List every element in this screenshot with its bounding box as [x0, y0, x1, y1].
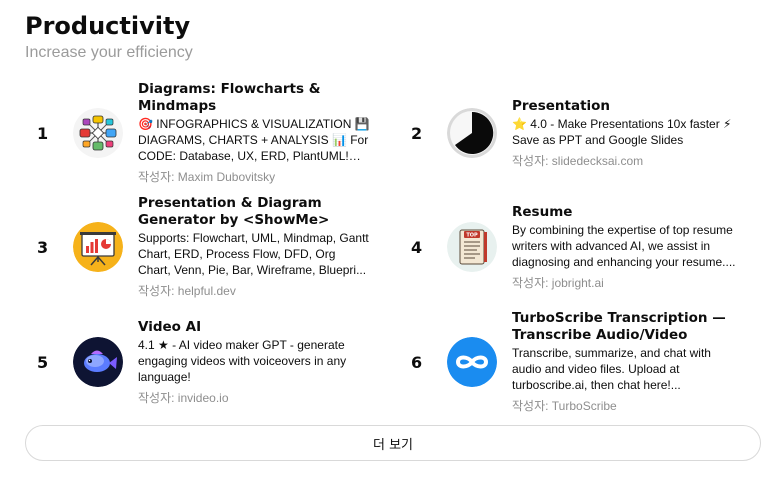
presentation-board-icon — [73, 222, 123, 272]
gpt-name: Presentation — [512, 97, 611, 114]
gpt-description: Transcribe, summarize, and chat with aud… — [512, 346, 711, 392]
gpt-description: ⭐ 4.0 - Make Presentations 10x faster ⚡ … — [512, 116, 732, 147]
gpt-name: Video AI — [138, 318, 202, 335]
gpt-author: 작성자: jobright.ai — [512, 275, 604, 290]
gpt-name: TurboScribe Transcription — Transcribe A… — [512, 310, 726, 343]
video-ai-fish-icon — [73, 337, 123, 387]
rank-number: 5 — [37, 352, 49, 372]
gpt-item-diagrams[interactable]: 1 Diagrams: Flowcharts & Mindmaps 🎯 INFO… — [37, 81, 382, 185]
gpt-description: By combining the expertise of top resume… — [512, 222, 736, 269]
gpt-author: 작성자: invideo.io — [138, 390, 229, 405]
section-header: Productivity Increase your efficiency — [25, 10, 193, 64]
rank-number: 4 — [411, 237, 423, 257]
section-title: Productivity — [25, 12, 191, 40]
gpt-author: 작성자: TurboScribe — [512, 399, 617, 413]
gpt-item-showme[interactable]: 3 Presentation & Diagram Generator by <S… — [37, 195, 382, 299]
infinity-icon — [447, 337, 497, 387]
gpt-author: 작성자: helpful.dev — [138, 284, 236, 298]
resume-document-icon: TOP — [447, 222, 497, 272]
rank-number: 6 — [411, 352, 423, 372]
gpt-name: Presentation & Diagram Generator by <Sho… — [138, 195, 330, 228]
gpt-item-turboscribe[interactable]: 6 TurboScribe Transcription — Transcribe… — [411, 310, 756, 414]
rank-number: 1 — [37, 123, 49, 143]
gpt-description: 4.1 ★ - AI video maker GPT - generate en… — [138, 337, 347, 384]
pie-slice-icon — [447, 108, 497, 158]
show-more-button[interactable]: 더 보기 — [25, 425, 761, 461]
gpt-name: Resume — [512, 203, 573, 220]
gpt-item-video-ai[interactable]: 5 Video AI 4.1 ★ - AI video maker GPT - … — [37, 310, 382, 414]
svg-text:TOP: TOP — [466, 233, 478, 239]
gpt-item-resume[interactable]: 4 TOP Resume By combining the expertise … — [411, 195, 756, 299]
rank-number: 2 — [411, 123, 423, 143]
gpt-description: Supports: Flowchart, UML, Mindmap, Gantt… — [138, 231, 369, 277]
gpt-description: 🎯 INFOGRAPHICS & VISUALIZATION 💾 DIAGRAM… — [138, 117, 370, 163]
gpt-author: 작성자: Maxim Dubovitsky — [138, 170, 276, 184]
rank-number: 3 — [37, 237, 49, 257]
flowchart-icon — [73, 108, 123, 158]
section-subtitle: Increase your efficiency — [25, 44, 193, 61]
gpt-author: 작성자: slidedecksai.com — [512, 153, 644, 168]
gpt-item-presentation[interactable]: 2 Presentation ⭐ 4.0 - Make Presentation… — [411, 81, 756, 185]
gpt-name: Diagrams: Flowcharts & Mindmaps — [138, 81, 321, 114]
